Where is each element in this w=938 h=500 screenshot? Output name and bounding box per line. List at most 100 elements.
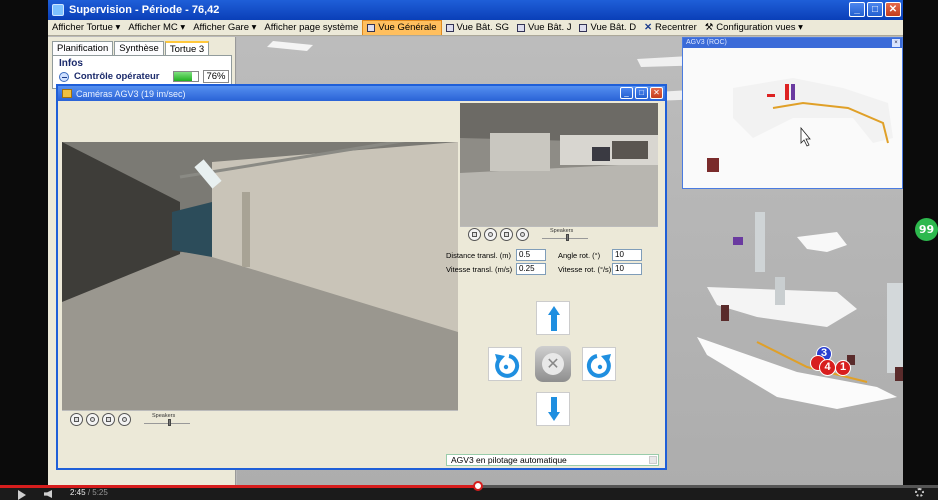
slider-track [542, 237, 588, 239]
close-button[interactable]: ✕ [885, 2, 901, 17]
dot [597, 364, 603, 370]
main-camera-feed [62, 142, 458, 410]
gear-icon [122, 417, 127, 422]
equipment [785, 84, 789, 100]
play-icon[interactable] [18, 490, 26, 500]
agv-marker-1[interactable]: 1 [835, 360, 851, 376]
status-text: AGV3 en pilotage automatique [451, 455, 567, 465]
distance-label: Distance transl. (m) [446, 250, 512, 260]
progress-fill [174, 72, 193, 81]
angle-field[interactable]: 10 [612, 249, 642, 261]
forward-button[interactable] [536, 301, 570, 335]
mic-button[interactable] [86, 413, 99, 426]
mouse-cursor [800, 126, 811, 147]
tab-synthese[interactable]: Synthèse [114, 41, 164, 56]
slider-knob[interactable] [566, 233, 569, 241]
control-percent: 76% [203, 70, 229, 83]
settings-button[interactable] [516, 228, 529, 241]
inset-close-button[interactable]: × [892, 39, 900, 47]
time-display: 2:45 / 5:25 [70, 488, 108, 497]
slider-track [144, 422, 190, 424]
inset-title: AGV3 (ROC) [683, 38, 902, 48]
agv-inset-view[interactable]: AGV3 (ROC) × [682, 37, 903, 189]
tab-planification[interactable]: Planification [52, 41, 114, 56]
rotate-left-button[interactable] [488, 347, 522, 381]
menu-label: Recentrer [655, 22, 697, 33]
rotation-speed-field[interactable]: 10 [612, 263, 642, 275]
floor [460, 163, 658, 226]
snapshot-button[interactable] [500, 228, 513, 241]
record-button[interactable] [468, 228, 481, 241]
square-icon [106, 417, 111, 422]
menu-vue-bat-sg[interactable]: Vue Bât. SG [442, 20, 513, 35]
volume-icon[interactable] [44, 490, 52, 498]
menu-afficher-tortue[interactable]: Afficher Tortue ▾ [48, 20, 124, 35]
menu-configuration-vues[interactable]: ⚒ Configuration vues ▾ [701, 20, 807, 35]
seek-knob[interactable] [473, 481, 484, 491]
gear-icon [520, 232, 525, 237]
comment-bubble[interactable]: 99 [915, 218, 938, 241]
menu-label: Afficher page système [264, 22, 359, 33]
supervision-app: Supervision - Période - 76,42 _ □ ✕ Affi… [48, 0, 903, 485]
snapshot-button[interactable] [102, 413, 115, 426]
speakers-label: Speakers [152, 412, 176, 419]
translation-speed-field[interactable]: 0.25 [516, 263, 546, 275]
main-camera-controls: Speakers [62, 410, 458, 428]
corridor-image [62, 142, 458, 410]
secondary-camera-feed [460, 103, 658, 226]
info-title: Infos [59, 58, 83, 69]
menu-afficher-mc[interactable]: Afficher MC ▾ [124, 20, 189, 35]
menu-afficher-page-systeme[interactable]: Afficher page système [260, 20, 362, 35]
minimize-button[interactable]: _ [849, 2, 865, 17]
collapse-icon[interactable] [59, 71, 69, 82]
wrench-icon: ⚒ [704, 22, 714, 33]
menu-vue-bat-d[interactable]: Vue Bât. D [575, 20, 640, 35]
speakers-label: Speakers [550, 227, 574, 234]
camera-close-button[interactable]: ✕ [650, 87, 663, 99]
view-icon [517, 23, 525, 32]
menu-vue-bat-j[interactable]: Vue Bât. J [513, 20, 575, 35]
distance-field[interactable]: 0.5 [516, 249, 546, 261]
slider-knob[interactable] [168, 418, 171, 426]
equipment [791, 84, 795, 100]
dot [503, 364, 509, 370]
menu-label: Afficher Gare [193, 22, 249, 33]
menu-afficher-gare[interactable]: Afficher Gare ▾ [189, 20, 260, 35]
gear-icon[interactable] [915, 488, 924, 497]
record-button[interactable] [70, 413, 83, 426]
wall [490, 133, 550, 171]
speakers-slider[interactable]: Speakers [542, 228, 592, 242]
agv-marker-4[interactable]: 4 [819, 359, 836, 376]
menu-label: Vue Bât. J [528, 22, 572, 33]
menu-label: Configuration vues [716, 22, 796, 33]
rotate-right-button[interactable] [582, 347, 616, 381]
camera-minimize-button[interactable]: _ [620, 87, 633, 99]
backward-button[interactable] [536, 392, 570, 426]
floor-slab [733, 78, 893, 143]
menubar: Afficher Tortue ▾ Afficher MC ▾ Afficher… [48, 20, 903, 36]
speakers-slider[interactable]: Speakers [144, 413, 194, 427]
app-icon [52, 4, 64, 16]
maximize-button[interactable]: □ [867, 2, 883, 17]
floor-slab [797, 232, 847, 252]
tab-tortue-3[interactable]: Tortue 3 [164, 41, 210, 56]
floor-slab [267, 41, 313, 51]
distance-row: Distance transl. (m) 0.5 Angle rot. (°) … [446, 249, 642, 261]
translation-speed-label: Vitesse transl. (m/s) [446, 264, 513, 274]
camera-maximize-button[interactable]: □ [635, 87, 648, 99]
left-letterbox [0, 0, 48, 485]
menu-label: Afficher Tortue [52, 22, 113, 33]
menu-caret: ▾ [798, 22, 803, 33]
video-player-bar: 2:45 / 5:25 [0, 481, 938, 500]
mic-button[interactable] [484, 228, 497, 241]
camera-icon [62, 89, 72, 98]
status-dropdown[interactable] [649, 456, 657, 464]
menu-caret: ▾ [180, 22, 186, 33]
camera-window-title: Caméras AGV3 (19 im/sec) [76, 88, 186, 99]
menu-vue-generale[interactable]: Vue Générale [362, 20, 442, 35]
control-row[interactable]: Contrôle opérateur [59, 71, 160, 82]
menu-recentrer[interactable]: ✕ Recentrer [640, 20, 701, 35]
window-titlebar: Supervision - Période - 76,42 _ □ ✕ [48, 0, 903, 20]
stop-button[interactable]: ✕ [535, 346, 571, 382]
settings-button[interactable] [118, 413, 131, 426]
